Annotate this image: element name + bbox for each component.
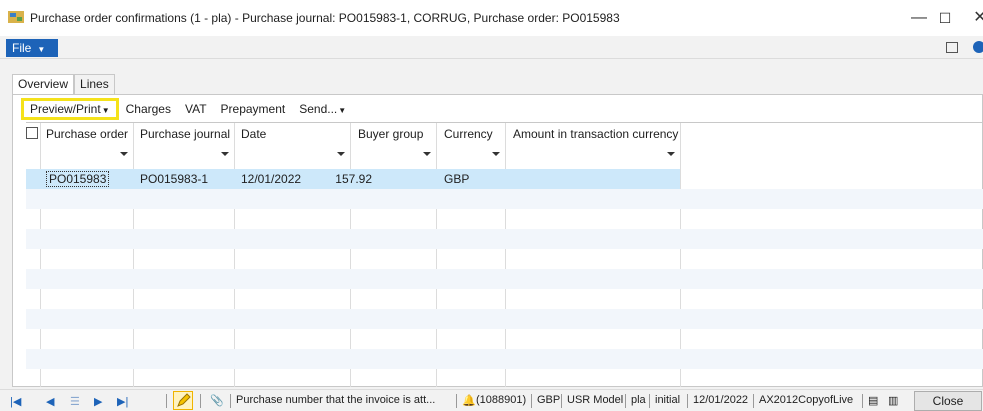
filter-row <box>26 145 983 167</box>
pencil-icon <box>177 393 191 407</box>
session-icon[interactable]: ▥ <box>888 394 898 407</box>
tab-lines[interactable]: Lines <box>74 74 115 94</box>
filter-dropdown-icon[interactable] <box>667 152 675 156</box>
status-date: 12/01/2022 <box>693 394 749 406</box>
empty-row <box>26 269 983 289</box>
window-title: Purchase order confirmations (1 - pla) -… <box>30 11 620 25</box>
column-header-purchase-journal[interactable]: Purchase journal <box>140 127 230 141</box>
empty-row <box>26 309 983 329</box>
separator <box>561 394 562 408</box>
status-layer: initial <box>655 394 681 406</box>
tab-overview[interactable]: Overview <box>12 74 75 95</box>
select-all-checkbox[interactable] <box>26 127 38 139</box>
cell-date[interactable]: 12/01/2022 <box>241 172 301 186</box>
vat-button[interactable]: VAT <box>178 98 214 120</box>
filter-dropdown-icon[interactable] <box>221 152 229 156</box>
separator <box>687 394 688 408</box>
status-company: pla <box>631 394 646 406</box>
empty-row <box>26 349 983 369</box>
status-user-model: USR Model <box>567 394 624 406</box>
cell-purchase-order[interactable]: PO015983 <box>46 171 110 187</box>
chevron-down-icon: ▼ <box>37 45 46 54</box>
cell-purchase-journal[interactable]: PO015983-1 <box>140 172 208 186</box>
tab-strip: Overview Lines <box>12 74 115 95</box>
menu-bar: File ▼ <box>0 36 983 59</box>
column-header-purchase-order[interactable]: Purchase order <box>46 127 128 141</box>
app-icon <box>8 11 24 23</box>
empty-row <box>26 189 983 209</box>
first-record-icon[interactable]: |◀ <box>10 395 21 408</box>
preview-print-label: Preview/Print <box>30 102 101 116</box>
cell-currency[interactable]: GBP <box>444 172 469 186</box>
status-bar: |◀ ◀ ☰ ▶ ▶| 📎 Purchase number that the i… <box>0 389 983 411</box>
record-list-icon[interactable]: ☰ <box>70 395 80 408</box>
attachment-icon[interactable]: 📎 <box>210 394 224 407</box>
file-menu-label: File <box>12 41 32 55</box>
empty-row <box>26 329 983 349</box>
separator <box>625 394 626 408</box>
column-header-amount[interactable]: Amount in transaction currency <box>513 127 678 141</box>
database-icon[interactable]: ▤ <box>868 394 878 407</box>
separator <box>230 394 231 408</box>
overview-panel: Preview/Print▼ Charges VAT Prepayment Se… <box>12 94 983 387</box>
close-button[interactable]: Close <box>914 391 982 411</box>
separator <box>200 394 201 408</box>
title-bar: Purchase order confirmations (1 - pla) -… <box>0 0 983 36</box>
empty-row <box>26 229 983 249</box>
bell-icon[interactable]: 🔔 <box>462 394 476 407</box>
filter-dropdown-icon[interactable] <box>337 152 345 156</box>
separator <box>649 394 650 408</box>
empty-row <box>26 289 983 309</box>
send-label: Send... <box>299 102 338 116</box>
grid-header: Purchase order Purchase journal Date Buy… <box>26 123 983 145</box>
prepayment-button[interactable]: Prepayment <box>214 98 293 120</box>
notification-count[interactable]: (1088901) <box>476 394 526 406</box>
filter-dropdown-icon[interactable] <box>492 152 500 156</box>
status-currency: GBP <box>537 394 561 406</box>
next-record-icon[interactable]: ▶ <box>94 395 102 408</box>
close-window-button[interactable]: ✕ <box>965 6 983 30</box>
help-icon[interactable] <box>973 41 983 53</box>
confirmations-grid: Purchase order Purchase journal Date Buy… <box>26 122 983 387</box>
dropdown-arrow-icon: ▼ <box>101 106 110 115</box>
dropdown-arrow-icon: ▼ <box>338 106 347 115</box>
column-header-currency[interactable]: Currency <box>444 127 493 141</box>
edit-mode-button[interactable] <box>173 391 193 410</box>
table-row[interactable]: PO015983 PO015983-1 12/01/2022 GBP 157.9… <box>26 169 680 189</box>
column-header-buyer-group[interactable]: Buyer group <box>358 127 423 141</box>
cell-amount[interactable]: 157.92 <box>335 172 372 186</box>
main-area: Overview Lines Preview/Print▼ Charges VA… <box>0 59 983 389</box>
maximize-button[interactable]: ☐ <box>930 6 960 30</box>
layout-icon[interactable] <box>946 42 958 53</box>
filter-dropdown-icon[interactable] <box>120 152 128 156</box>
last-record-icon[interactable]: ▶| <box>117 395 128 408</box>
filter-dropdown-icon[interactable] <box>423 152 431 156</box>
send-button[interactable]: Send...▼ <box>292 98 353 120</box>
status-environment: AX2012CopyofLive <box>759 394 854 406</box>
charges-button[interactable]: Charges <box>119 98 178 120</box>
file-menu-button[interactable]: File ▼ <box>6 39 58 57</box>
action-toolbar: Preview/Print▼ Charges VAT Prepayment Se… <box>21 96 353 122</box>
separator <box>456 394 457 408</box>
previous-record-icon[interactable]: ◀ <box>46 395 54 408</box>
separator <box>531 394 532 408</box>
column-header-date[interactable]: Date <box>241 127 266 141</box>
empty-row <box>26 209 983 229</box>
preview-print-button[interactable]: Preview/Print▼ <box>21 98 119 120</box>
separator <box>862 394 863 408</box>
separator <box>753 394 754 408</box>
empty-row <box>26 249 983 269</box>
separator <box>166 394 167 408</box>
help-text: Purchase number that the invoice is att.… <box>236 394 436 406</box>
